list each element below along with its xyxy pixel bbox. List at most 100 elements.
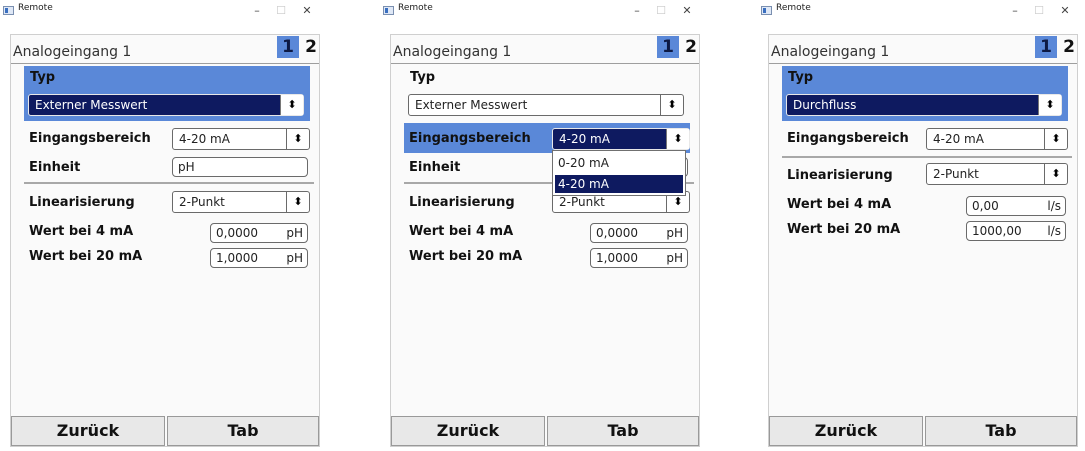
page-tab-1[interactable]: 1 (1035, 36, 1057, 58)
typ-label: Typ (30, 70, 56, 85)
typ-select[interactable]: Durchfluss ⬍ (786, 94, 1062, 116)
wert-20ma-label: Wert bei 20 mA (29, 249, 143, 264)
linearisierung-value: 2-Punkt (933, 167, 979, 181)
wert-20ma-label: Wert bei 20 mA (787, 222, 901, 237)
close-button[interactable]: ✕ (1056, 3, 1074, 19)
wert-20ma-field[interactable]: 1,0000 pH (210, 248, 308, 268)
header-divider (391, 63, 699, 64)
wert-4ma-field[interactable]: 0,00 l/s (966, 196, 1066, 216)
minimize-button[interactable]: – (628, 3, 646, 19)
linearisierung-label: Linearisierung (409, 195, 515, 210)
wert-20ma-value: 1,0000 (596, 251, 638, 265)
linearisierung-select[interactable]: 2-Punkt ⬍ (926, 163, 1068, 185)
close-button[interactable]: ✕ (298, 3, 316, 19)
eingangsbereich-label: Eingangsbereich (787, 131, 909, 146)
up-down-arrow-icon: ⬍ (1044, 129, 1067, 149)
tab-button[interactable]: Tab (167, 416, 319, 446)
typ-value: Durchfluss (793, 98, 857, 112)
wert-20ma-field[interactable]: 1000,00 l/s (966, 221, 1066, 241)
typ-label: Typ (410, 70, 436, 85)
page-tab-2[interactable]: 2 (1058, 36, 1080, 58)
maximize-button[interactable]: ☐ (652, 3, 670, 19)
wert-20ma-unit: pH (286, 251, 303, 265)
title-bar: Remote – ☐ ✕ (0, 0, 324, 24)
minimize-button[interactable]: – (1006, 3, 1024, 19)
linearisierung-label: Linearisierung (29, 195, 135, 210)
wert-4ma-unit: pH (666, 226, 683, 240)
remote-window-3: Remote – ☐ ✕ Analogeingang 1 1 2 Typ Dur… (758, 0, 1082, 451)
tab-button[interactable]: Tab (925, 416, 1077, 446)
typ-select[interactable]: Externer Messwert ⬍ (408, 94, 684, 116)
wert-20ma-unit: pH (666, 251, 683, 265)
eingangsbereich-value: 4-20 mA (933, 132, 984, 146)
wert-4ma-label: Wert bei 4 mA (29, 224, 134, 239)
maximize-button[interactable]: ☐ (272, 3, 290, 19)
title-bar: Remote – ☐ ✕ (758, 0, 1082, 24)
linearisierung-value: 2-Punkt (179, 195, 225, 209)
wert-4ma-field[interactable]: 0,0000 pH (590, 223, 688, 243)
up-down-arrow-icon: ⬍ (280, 95, 303, 115)
wert-4ma-unit: l/s (1047, 199, 1061, 213)
tab-button[interactable]: Tab (547, 416, 699, 446)
page-tab-1[interactable]: 1 (277, 36, 299, 58)
eingangsbereich-label: Eingangsbereich (29, 131, 151, 146)
page-tab-1[interactable]: 1 (657, 36, 679, 58)
wert-4ma-unit: pH (286, 226, 303, 240)
window-title: Remote (398, 3, 433, 13)
minimize-button[interactable]: – (248, 3, 266, 19)
eingangsbereich-select[interactable]: 4-20 mA ⬍ (552, 128, 690, 150)
app-window-icon (761, 6, 772, 15)
eingangsbereich-value: 4-20 mA (559, 132, 610, 146)
wert-20ma-unit: l/s (1047, 224, 1061, 238)
remote-window-2: Remote – ☐ ✕ Analogeingang 1 1 2 Typ Ext… (380, 0, 704, 451)
linearisierung-label: Linearisierung (787, 168, 893, 183)
eingangsbereich-select[interactable]: 4-20 mA ⬍ (172, 128, 310, 150)
app-window-icon (3, 6, 14, 15)
device-screen: Analogeingang 1 1 2 Typ Externer Messwer… (390, 34, 700, 447)
up-down-arrow-icon: ⬍ (666, 129, 689, 149)
wert-4ma-field[interactable]: 0,0000 pH (210, 223, 308, 243)
typ-value: Externer Messwert (415, 98, 528, 112)
wert-20ma-label: Wert bei 20 mA (409, 249, 523, 264)
footer-bar: Zurück Tab (391, 416, 699, 446)
eingangsbereich-dropdown: 0-20 mA 4-20 mA (552, 150, 686, 196)
einheit-label: Einheit (409, 160, 461, 175)
einheit-field[interactable]: pH (172, 157, 308, 177)
wert-4ma-label: Wert bei 4 mA (787, 197, 892, 212)
back-button[interactable]: Zurück (391, 416, 545, 446)
maximize-button[interactable]: ☐ (1030, 3, 1048, 19)
wert-4ma-label: Wert bei 4 mA (409, 224, 514, 239)
eingangsbereich-value: 4-20 mA (179, 132, 230, 146)
typ-section: Typ Externer Messwert ⬍ (404, 66, 690, 121)
linearisierung-select[interactable]: 2-Punkt ⬍ (172, 191, 310, 213)
header-divider (11, 63, 319, 64)
wert-20ma-value: 1,0000 (216, 251, 258, 265)
eingangsbereich-label: Eingangsbereich (409, 131, 531, 146)
device-screen: Analogeingang 1 1 2 Typ Externer Messwer… (10, 34, 320, 447)
section-divider (782, 156, 1072, 158)
wert-4ma-value: 0,00 (972, 199, 999, 213)
remote-window-1: Remote – ☐ ✕ Analogeingang 1 1 2 Typ Ext… (0, 0, 324, 451)
dropdown-option-0-20ma[interactable]: 0-20 mA (555, 154, 683, 172)
window-title: Remote (18, 3, 53, 13)
back-button[interactable]: Zurück (769, 416, 923, 446)
up-down-arrow-icon: ⬍ (1044, 164, 1067, 184)
typ-section: Typ Externer Messwert ⬍ (24, 66, 310, 121)
wert-4ma-value: 0,0000 (216, 226, 258, 240)
title-bar: Remote – ☐ ✕ (380, 0, 704, 24)
page-tab-2[interactable]: 2 (680, 36, 702, 58)
back-button[interactable]: Zurück (11, 416, 165, 446)
page-tab-2[interactable]: 2 (300, 36, 322, 58)
einheit-value: pH (178, 160, 195, 174)
close-button[interactable]: ✕ (678, 3, 696, 19)
eingangsbereich-select[interactable]: 4-20 mA ⬍ (926, 128, 1068, 150)
footer-bar: Zurück Tab (11, 416, 319, 446)
device-screen: Analogeingang 1 1 2 Typ Durchfluss ⬍ Ein… (768, 34, 1078, 447)
page-title: Analogeingang 1 (771, 44, 890, 60)
typ-select[interactable]: Externer Messwert ⬍ (28, 94, 304, 116)
window-title: Remote (776, 3, 811, 13)
dropdown-option-4-20ma[interactable]: 4-20 mA (555, 175, 683, 193)
wert-20ma-field[interactable]: 1,0000 pH (590, 248, 688, 268)
einheit-label: Einheit (29, 160, 81, 175)
page-title: Analogeingang 1 (13, 44, 132, 60)
